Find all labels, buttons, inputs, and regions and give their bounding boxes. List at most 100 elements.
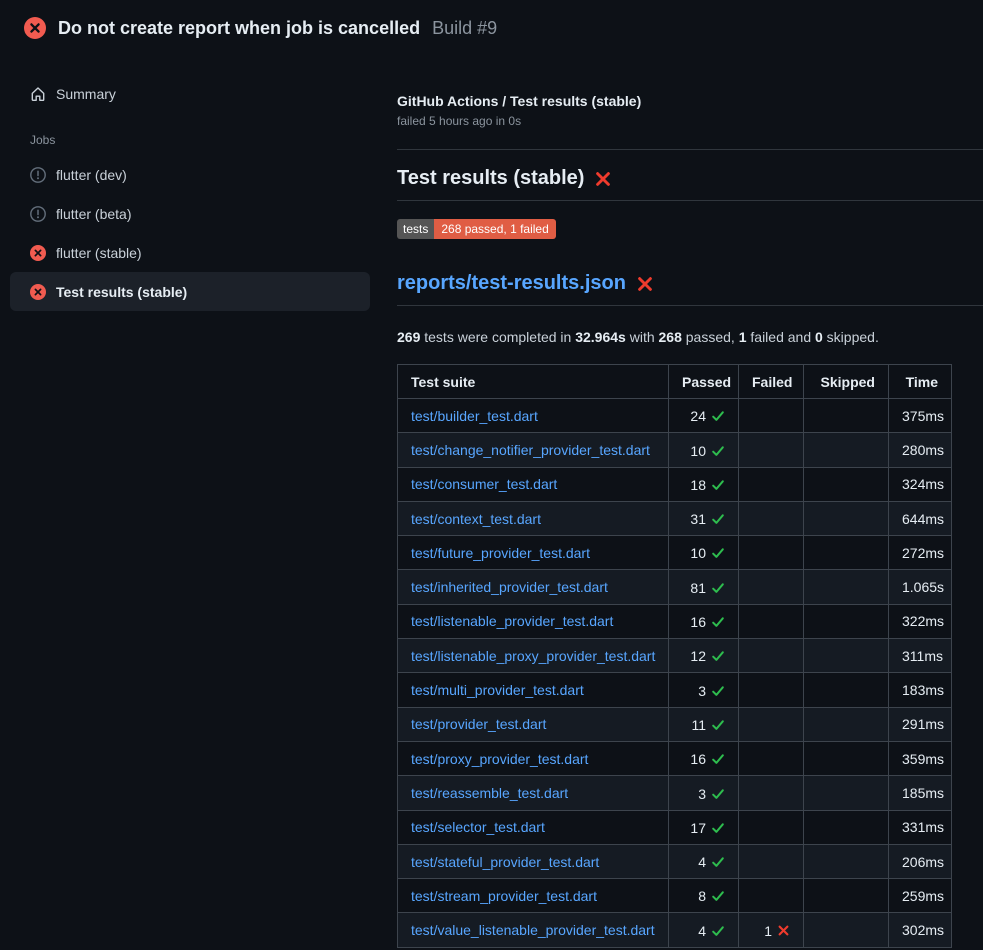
report-file-link[interactable]: reports/test-results.json xyxy=(397,272,626,295)
badge-value: 268 passed, 1 failed xyxy=(434,219,555,239)
count-text: 8 xyxy=(698,886,706,906)
results-table: Test suitePassedFailedSkippedTime test/b… xyxy=(397,364,952,948)
green-check-icon xyxy=(711,855,725,869)
failed-cell xyxy=(739,673,804,707)
sidebar-job-item[interactable]: Test results (stable) xyxy=(10,272,370,311)
skipped-cell xyxy=(804,844,889,878)
failed-cell xyxy=(739,501,804,535)
failed-cell xyxy=(739,844,804,878)
passed-cell-value: 16 xyxy=(690,749,725,769)
suite-link[interactable]: test/future_provider_test.dart xyxy=(411,545,590,561)
column-header: Failed xyxy=(739,365,804,399)
passed-cell: 10 xyxy=(669,433,739,467)
table-row: test/stream_provider_test.dart 8 259ms xyxy=(398,879,952,913)
green-check-icon xyxy=(711,409,725,423)
count-text: 81 xyxy=(690,578,706,598)
passed-cell-value: 17 xyxy=(690,818,725,838)
table-body: test/builder_test.dart24375mstest/change… xyxy=(398,399,952,948)
job-label: Test results (stable) xyxy=(56,284,187,300)
run-title: Do not create report when job is cancell… xyxy=(58,18,420,39)
time-cell: 183ms xyxy=(889,673,952,707)
table-row: test/reassemble_test.dart 3 185ms xyxy=(398,776,952,810)
passed-cell-value: 4 xyxy=(698,852,725,872)
passed-cell: 12 xyxy=(669,639,739,673)
count-text: 3 xyxy=(698,681,706,701)
suite-link[interactable]: test/change_notifier_provider_test.dart xyxy=(411,442,650,458)
passed-cell: 3 xyxy=(669,776,739,810)
count-text: 24 xyxy=(690,406,706,426)
suite-link[interactable]: test/context_test.dart xyxy=(411,511,541,527)
divider xyxy=(397,149,983,150)
sidebar-job-item[interactable]: flutter (dev) xyxy=(10,155,370,194)
red-cross-icon xyxy=(594,170,612,188)
failed-cell xyxy=(739,707,804,741)
failed-cell-value: 1 xyxy=(764,921,790,941)
count-text: 16 xyxy=(690,612,706,632)
green-check-icon xyxy=(711,821,725,835)
time-cell: 206ms xyxy=(889,844,952,878)
failed-cell xyxy=(739,536,804,570)
summary-text: passed, xyxy=(682,329,739,345)
passed-cell-value: 3 xyxy=(698,784,725,804)
table-row: test/proxy_provider_test.dart 16 359ms xyxy=(398,741,952,775)
run-header: Do not create report when job is cancell… xyxy=(0,0,983,56)
red-cross-icon xyxy=(777,924,790,937)
time-cell: 185ms xyxy=(889,776,952,810)
skipped-cell xyxy=(804,741,889,775)
time-cell: 324ms xyxy=(889,467,952,501)
suite-link[interactable]: test/listenable_proxy_provider_test.dart xyxy=(411,648,655,664)
table-row: test/listenable_provider_test.dart16322m… xyxy=(398,604,952,638)
suite-link[interactable]: test/listenable_provider_test.dart xyxy=(411,613,613,629)
passed-cell: 24 xyxy=(669,399,739,433)
sidebar-summary-label: Summary xyxy=(56,86,116,102)
summary-text: with xyxy=(626,329,659,345)
green-check-icon xyxy=(711,924,725,938)
green-check-icon xyxy=(711,512,725,526)
time-cell: 259ms xyxy=(889,879,952,913)
skipped-cell xyxy=(804,776,889,810)
count-text: 31 xyxy=(690,509,706,529)
suite-link[interactable]: test/stateful_provider_test.dart xyxy=(411,854,599,870)
suite-link[interactable]: test/value_listenable_provider_test.dart xyxy=(411,922,655,938)
status-line: failed 5 hours ago in 0s xyxy=(397,114,983,128)
skipped-cell xyxy=(804,399,889,433)
green-check-icon xyxy=(711,649,725,663)
passed-cell-value: 8 xyxy=(698,886,725,906)
green-check-icon xyxy=(711,546,725,560)
suite-link[interactable]: test/provider_test.dart xyxy=(411,716,546,732)
sidebar-job-item[interactable]: flutter (stable) xyxy=(10,233,370,272)
suite-cell: test/multi_provider_test.dart xyxy=(398,673,669,707)
suite-link[interactable]: test/reassemble_test.dart xyxy=(411,785,568,801)
time-cell: 359ms xyxy=(889,741,952,775)
suite-link[interactable]: test/builder_test.dart xyxy=(411,408,538,424)
breadcrumb: GitHub Actions / Test results (stable) xyxy=(397,93,983,109)
count-text: 4 xyxy=(698,921,706,941)
passed-cell-value: 10 xyxy=(690,441,725,461)
sidebar-item-summary[interactable]: Summary xyxy=(10,74,370,113)
suite-cell: test/future_provider_test.dart xyxy=(398,536,669,570)
suite-link[interactable]: test/selector_test.dart xyxy=(411,819,545,835)
suite-link[interactable]: test/consumer_test.dart xyxy=(411,476,557,492)
suite-link[interactable]: test/inherited_provider_test.dart xyxy=(411,579,608,595)
section-heading: Test results (stable) xyxy=(397,167,983,201)
suite-link[interactable]: test/stream_provider_test.dart xyxy=(411,888,597,904)
failed-cell xyxy=(739,604,804,638)
suite-link[interactable]: test/multi_provider_test.dart xyxy=(411,682,584,698)
main-content: GitHub Actions / Test results (stable) f… xyxy=(380,56,983,950)
table-row: test/value_listenable_provider_test.dart… xyxy=(398,913,952,947)
green-check-icon xyxy=(711,889,725,903)
passed-cell-value: 4 xyxy=(698,921,725,941)
passed-cell-value: 3 xyxy=(698,681,725,701)
suite-cell: test/selector_test.dart xyxy=(398,810,669,844)
failed-cell: 1 xyxy=(739,913,804,947)
sidebar-job-item[interactable]: flutter (beta) xyxy=(10,194,370,233)
x-circle-fill-icon xyxy=(30,284,46,300)
section-title: Test results (stable) xyxy=(397,167,584,190)
green-check-icon xyxy=(711,581,725,595)
summary-text: tests were completed in xyxy=(420,329,575,345)
passed-cell: 16 xyxy=(669,741,739,775)
time-cell: 280ms xyxy=(889,433,952,467)
table-header-row: Test suitePassedFailedSkippedTime xyxy=(398,365,952,399)
passed-cell-value: 10 xyxy=(690,543,725,563)
suite-link[interactable]: test/proxy_provider_test.dart xyxy=(411,751,588,767)
